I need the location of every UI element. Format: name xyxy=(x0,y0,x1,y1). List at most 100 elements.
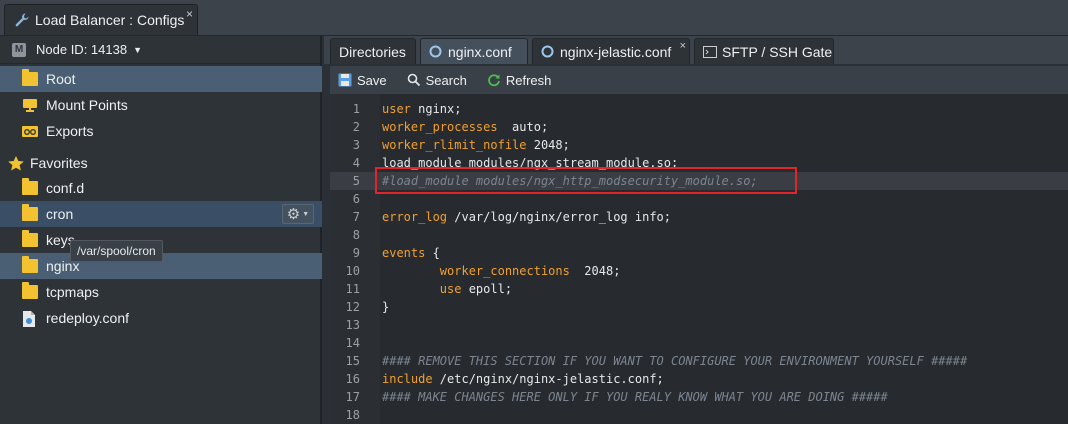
code-text: /etc/nginx/nginx-jelastic.conf; xyxy=(432,372,664,386)
code-keyword: worker_connections xyxy=(439,264,570,278)
file-tree-panel: M Node ID: 14138 ▼ Root Mount Points Exp… xyxy=(0,36,322,424)
node-id-label: Node ID: 14138 xyxy=(36,42,128,57)
code-line: 2 worker_processes auto; xyxy=(330,118,1068,136)
code-line: 11 use epoll; xyxy=(330,280,1068,298)
code-line: 8 xyxy=(330,226,1068,244)
code-text: nginx; xyxy=(410,102,462,116)
folder-icon xyxy=(22,204,38,221)
save-label: Save xyxy=(357,72,387,88)
line-number: 18 xyxy=(345,408,360,422)
line-number: 2 xyxy=(352,120,360,134)
code-line: 15 #### REMOVE THIS SECTION IF YOU WANT T… xyxy=(330,352,1068,370)
window-tab-load-balancer-configs[interactable]: Load Balancer : Configs × xyxy=(4,4,198,35)
code-keyword: use xyxy=(439,282,462,296)
tree-item-label: conf.d xyxy=(46,180,85,196)
code-line: 13 xyxy=(330,316,1068,334)
tree-item-label: Root xyxy=(46,71,76,87)
code-keyword: worker_rlimit_nofile xyxy=(382,138,527,152)
code-keyword: error_log xyxy=(382,210,448,224)
tree-item-root[interactable]: Root xyxy=(0,66,322,92)
code-line: 16 include /etc/nginx/nginx-jelastic.conf… xyxy=(330,370,1068,388)
code-comment: #### REMOVE THIS SECTION IF YOU WANT TO … xyxy=(382,354,968,368)
tab-label: nginx-jelastic.conf xyxy=(560,43,672,60)
code-text: epoll; xyxy=(461,282,513,296)
code-line: 10 worker_connections 2048; xyxy=(330,262,1068,280)
line-number: 4 xyxy=(352,156,360,170)
editor-panel: Directories nginx.conf nginx-jelastic.co… xyxy=(324,36,1068,424)
code-text: 2048; xyxy=(569,264,621,278)
code-line: 7 error_log /var/log/nginx/error_log info… xyxy=(330,208,1068,226)
tree-item-cron[interactable]: cron ⚙ ▼ xyxy=(0,201,322,227)
file-tab-bar: Directories nginx.conf nginx-jelastic.co… xyxy=(324,36,1068,64)
tree-item-label: Mount Points xyxy=(46,97,128,113)
file-icon xyxy=(22,311,38,327)
code-keyword: worker_processes xyxy=(382,120,498,134)
folder-icon xyxy=(22,282,38,299)
tab-nginx-jelastic-conf[interactable]: nginx-jelastic.conf × xyxy=(532,38,690,64)
tree-item-label: cron xyxy=(46,206,74,222)
tree-item-mount-points[interactable]: Mount Points xyxy=(0,92,322,118)
line-number: 5 xyxy=(352,174,360,188)
code-line: 14 xyxy=(330,334,1068,352)
code-keyword: user xyxy=(382,102,411,116)
node-selector[interactable]: M Node ID: 14138 ▼ xyxy=(0,36,320,64)
close-icon[interactable]: × xyxy=(680,40,686,52)
folder-icon xyxy=(22,178,38,195)
line-number: 13 xyxy=(345,318,360,332)
wrench-icon xyxy=(15,13,29,27)
code-keyword: include xyxy=(382,372,433,386)
window-tab-bar: Load Balancer : Configs × xyxy=(0,0,1068,36)
code-editor[interactable]: 1 user nginx; 2 worker_processes auto; 3 wo… xyxy=(330,94,1068,424)
chevron-down-icon[interactable]: ▼ xyxy=(133,45,142,55)
highlight-box xyxy=(375,167,797,194)
line-number: 15 xyxy=(345,354,360,368)
gear-menu-button[interactable]: ⚙ ▼ xyxy=(282,204,314,224)
line-number: 10 xyxy=(345,264,360,278)
refresh-button[interactable]: Refresh xyxy=(487,73,551,88)
line-number: 9 xyxy=(352,246,360,260)
tab-label: SFTP / SSH Gate xyxy=(722,43,833,60)
refresh-icon xyxy=(487,73,501,87)
window-tab-title: Load Balancer : Configs xyxy=(35,12,185,28)
tree-item-exports[interactable]: Exports xyxy=(0,118,322,144)
mount-icon xyxy=(22,98,38,112)
tab-directories[interactable]: Directories xyxy=(330,38,416,64)
tab-nginx-conf[interactable]: nginx.conf xyxy=(420,38,528,64)
code-comment: #### MAKE CHANGES HERE ONLY IF YOU REALY… xyxy=(382,390,888,404)
code-text: 2048; xyxy=(526,138,570,152)
code-line: 9 events { xyxy=(330,244,1068,262)
code-text: /var/log/nginx/error_log info; xyxy=(447,210,671,224)
chevron-down-icon: ▼ xyxy=(302,210,310,218)
save-button[interactable]: Save xyxy=(338,73,387,88)
exports-icon xyxy=(22,124,38,138)
tree-item-label: Exports xyxy=(46,123,94,139)
line-number: 16 xyxy=(345,372,360,386)
tree-item-label: redeploy.conf xyxy=(46,310,130,326)
code-keyword: events xyxy=(382,246,426,260)
code-text: auto; xyxy=(497,120,549,134)
tree-item-conf-d[interactable]: conf.d xyxy=(0,175,322,201)
code-text: } xyxy=(382,300,390,314)
close-icon[interactable]: × xyxy=(186,7,193,21)
file-icon xyxy=(429,45,442,58)
line-number: 3 xyxy=(352,138,360,152)
terminal-icon xyxy=(703,45,717,58)
tab-sftp-ssh-gate[interactable]: SFTP / SSH Gate xyxy=(694,38,834,64)
code-line: 17 #### MAKE CHANGES HERE ONLY IF YOU REA… xyxy=(330,388,1068,406)
tab-label: Directories xyxy=(339,43,406,60)
code-text: { xyxy=(425,246,440,260)
path-tooltip: /var/spool/cron xyxy=(70,240,163,262)
search-button[interactable]: Search xyxy=(407,73,467,88)
code-line: 18 xyxy=(330,406,1068,424)
line-number: 6 xyxy=(352,192,360,206)
node-icon: M xyxy=(12,42,26,57)
tree-item-label: Favorites xyxy=(30,155,88,171)
tree-item-tcpmaps[interactable]: tcpmaps xyxy=(0,279,322,305)
tree-item-favorites[interactable]: Favorites xyxy=(0,150,322,176)
line-number: 14 xyxy=(345,336,360,350)
tree-item-redeploy-conf[interactable]: redeploy.conf xyxy=(0,305,322,331)
line-number: 11 xyxy=(345,282,360,296)
line-number: 17 xyxy=(345,390,360,404)
